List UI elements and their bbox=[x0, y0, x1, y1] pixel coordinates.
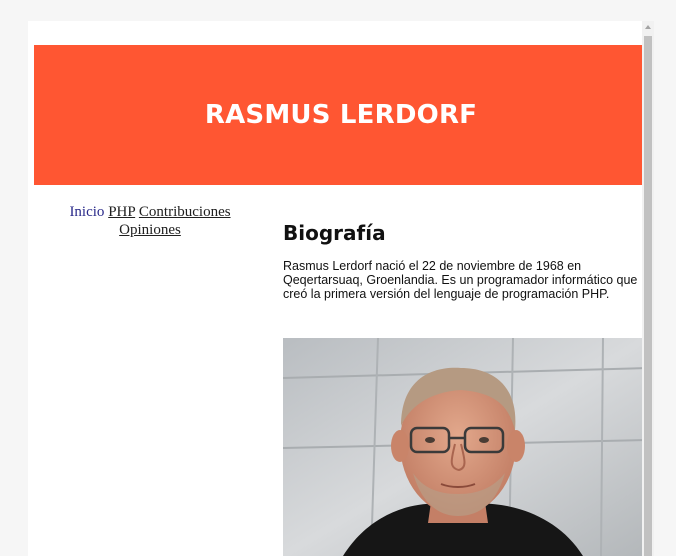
nav-link-inicio[interactable]: Inicio bbox=[69, 204, 104, 220]
portrait-photo bbox=[283, 338, 648, 556]
nav-link-opiniones[interactable]: Opiniones bbox=[119, 222, 181, 238]
nav-link-php[interactable]: PHP bbox=[108, 204, 135, 220]
browser-viewport: RASMUS LERDORF Inicio PHP Contribuciones… bbox=[28, 21, 654, 556]
portrait-image bbox=[283, 338, 648, 556]
vertical-scrollbar[interactable] bbox=[642, 21, 654, 556]
nav-link-contribuciones[interactable]: Contribuciones bbox=[139, 204, 231, 220]
biography-text: Rasmus Lerdorf nació el 22 de noviembre … bbox=[283, 259, 638, 301]
section-heading: Biografía bbox=[283, 221, 386, 245]
main-nav: Inicio PHP Contribuciones Opiniones bbox=[58, 203, 242, 239]
biography-section: Biografía Rasmus Lerdorf nació el 22 de … bbox=[283, 221, 648, 301]
header-banner: RASMUS LERDORF bbox=[34, 45, 648, 185]
page-title: RASMUS LERDORF bbox=[204, 100, 478, 130]
scroll-up-arrow-icon[interactable] bbox=[645, 25, 651, 29]
scrollbar-thumb[interactable] bbox=[644, 36, 652, 556]
